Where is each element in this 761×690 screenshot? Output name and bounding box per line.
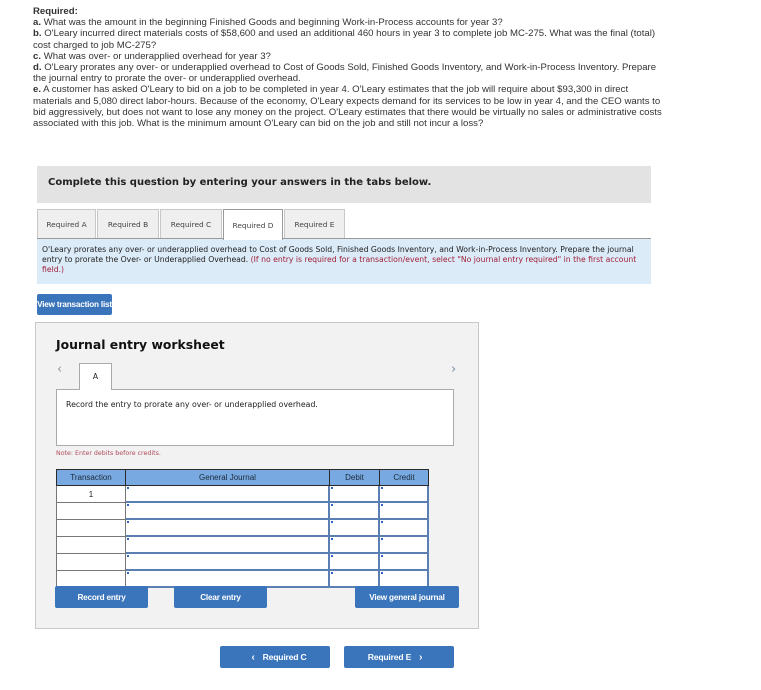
- journal-entry-worksheet: Journal entry worksheet ‹ › A Record the…: [35, 322, 479, 629]
- debit-input[interactable]: [330, 520, 379, 536]
- debit-cell[interactable]: [329, 553, 380, 571]
- tab-required-c[interactable]: Required C: [160, 209, 222, 239]
- transaction-number: [56, 502, 126, 520]
- credit-input[interactable]: [380, 503, 428, 519]
- tab-required-b[interactable]: Required B: [97, 209, 159, 239]
- credit-cell[interactable]: [379, 570, 429, 588]
- table-row: [56, 570, 429, 588]
- tab-required-a[interactable]: Required A: [37, 209, 96, 239]
- account-input[interactable]: [126, 554, 329, 570]
- item-letter: c.: [33, 50, 42, 62]
- entry-tab-a[interactable]: A: [79, 363, 112, 390]
- account-input[interactable]: [126, 503, 329, 519]
- required-item-b: b. O'Leary incurred direct materials cos…: [33, 28, 663, 50]
- account-select[interactable]: [125, 502, 330, 520]
- journal-table: Transaction General Journal Debit Credit…: [56, 469, 429, 588]
- view-general-journal-button[interactable]: View general journal: [355, 586, 459, 608]
- item-letter: e.: [33, 84, 42, 96]
- account-select[interactable]: [125, 485, 330, 503]
- transaction-number: [56, 570, 126, 588]
- debit-cell[interactable]: [329, 485, 380, 503]
- chevron-left-icon: ‹: [251, 651, 255, 663]
- column-header-transaction: Transaction: [56, 469, 126, 486]
- item-letter: d.: [33, 62, 42, 74]
- credit-cell[interactable]: [379, 553, 429, 571]
- item-text: O'Leary prorates any over- or underappli…: [33, 62, 657, 85]
- required-tabs: Required A Required B Required C Require…: [37, 209, 346, 240]
- debit-input[interactable]: [330, 554, 379, 570]
- column-header-debit: Debit: [329, 469, 380, 486]
- item-text: O'Leary incurred direct materials costs …: [33, 28, 656, 51]
- account-select[interactable]: [125, 536, 330, 554]
- item-text: What was the amount in the beginning Fin…: [43, 17, 503, 29]
- next-label: Required E: [367, 652, 412, 662]
- transaction-number: 1: [56, 485, 126, 503]
- chevron-right-icon[interactable]: ›: [451, 362, 456, 377]
- debit-input[interactable]: [330, 537, 379, 553]
- instruction-banner: Complete this question by entering your …: [37, 166, 651, 203]
- tab-required-d[interactable]: Required D: [223, 209, 283, 240]
- entry-description: Record the entry to prorate any over- or…: [66, 400, 318, 409]
- debit-input[interactable]: [330, 571, 379, 587]
- instructions-panel: O'Leary prorates any over- or underappli…: [37, 239, 651, 284]
- required-item-a: a. What was the amount in the beginning …: [33, 17, 663, 28]
- required-item-d: d. O'Leary prorates any over- or underap…: [33, 62, 663, 84]
- debit-cell[interactable]: [329, 502, 380, 520]
- transaction-number: [56, 519, 126, 537]
- tab-required-e[interactable]: Required E: [284, 209, 345, 239]
- table-row: [56, 536, 429, 554]
- account-select[interactable]: [125, 553, 330, 571]
- credit-input[interactable]: [380, 520, 428, 536]
- debits-note: Note: Enter debits before credits.: [56, 450, 161, 457]
- table-row: [56, 502, 429, 520]
- account-input[interactable]: [126, 537, 329, 553]
- required-title: Required:: [33, 6, 78, 17]
- transaction-number: [56, 536, 126, 554]
- debit-cell[interactable]: [329, 570, 380, 588]
- debit-cell[interactable]: [329, 519, 380, 537]
- entry-description-box: Record the entry to prorate any over- or…: [56, 389, 454, 446]
- account-select[interactable]: [125, 519, 330, 537]
- credit-input[interactable]: [380, 537, 428, 553]
- clear-entry-button[interactable]: Clear entry: [174, 586, 267, 608]
- credit-cell[interactable]: [379, 485, 429, 503]
- account-input[interactable]: [126, 520, 329, 536]
- credit-cell[interactable]: [379, 519, 429, 537]
- debit-input[interactable]: [330, 486, 379, 502]
- table-row: [56, 519, 429, 537]
- credit-input[interactable]: [380, 554, 428, 570]
- debit-cell[interactable]: [329, 536, 380, 554]
- required-item-c: c. What was over- or underapplied overhe…: [33, 51, 663, 62]
- column-header-credit: Credit: [379, 469, 429, 486]
- view-transaction-list-button[interactable]: View transaction list: [37, 294, 112, 315]
- credit-cell[interactable]: [379, 502, 429, 520]
- credit-cell[interactable]: [379, 536, 429, 554]
- previous-required-button[interactable]: ‹ Required C: [220, 646, 330, 668]
- item-text: What was over- or underapplied overhead …: [43, 50, 271, 62]
- account-select[interactable]: [125, 570, 330, 588]
- item-text: A customer has asked O'Leary to bid on a…: [33, 84, 662, 130]
- account-input[interactable]: [126, 486, 329, 502]
- required-item-e: e. A customer has asked O'Leary to bid o…: [33, 84, 663, 129]
- next-required-button[interactable]: Required E ›: [344, 646, 454, 668]
- transaction-number: [56, 553, 126, 571]
- account-input[interactable]: [126, 571, 329, 587]
- required-section: Required: a. What was the amount in the …: [33, 6, 663, 129]
- debit-input[interactable]: [330, 503, 379, 519]
- item-letter: b.: [33, 28, 42, 40]
- column-header-general-journal: General Journal: [125, 469, 330, 486]
- chevron-left-icon[interactable]: ‹: [57, 362, 62, 377]
- table-header-row: Transaction General Journal Debit Credit: [56, 469, 429, 486]
- table-row: 1: [56, 485, 429, 503]
- worksheet-title: Journal entry worksheet: [56, 337, 225, 352]
- record-entry-button[interactable]: Record entry: [55, 586, 148, 608]
- previous-label: Required C: [262, 652, 307, 662]
- credit-input[interactable]: [380, 571, 428, 587]
- credit-input[interactable]: [380, 486, 428, 502]
- table-row: [56, 553, 429, 571]
- chevron-right-icon: ›: [419, 651, 423, 663]
- item-letter: a.: [33, 17, 42, 29]
